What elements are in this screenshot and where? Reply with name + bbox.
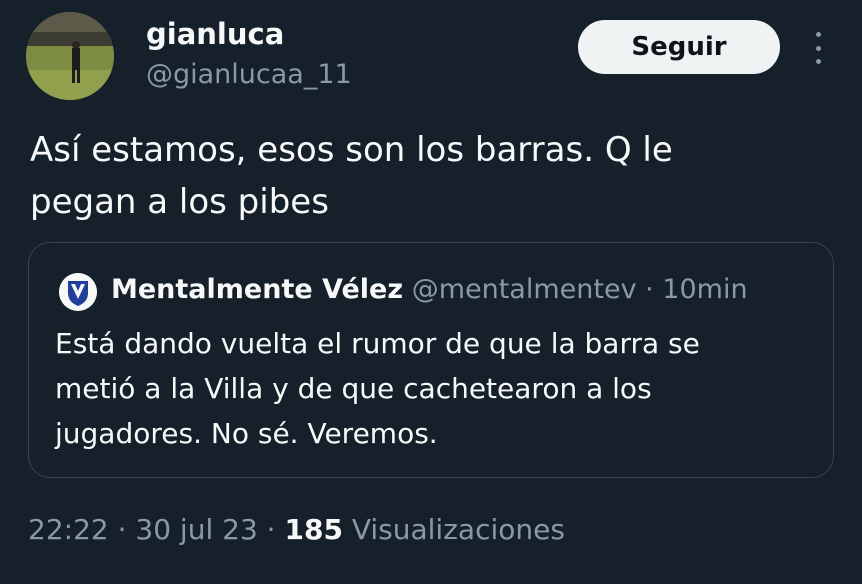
quoted-text-line: Está dando vuelta el rumor de que la bar… [55, 327, 700, 360]
tweet-timestamp-time[interactable]: 22:22 [28, 513, 109, 546]
separator-dot: · [636, 274, 663, 305]
separator-dot: · [108, 513, 136, 546]
quoted-tweet-header: Mentalmente Vélez @mentalmentev · 10min [111, 271, 748, 309]
more-vertical-icon[interactable] [806, 28, 830, 68]
tweet-footer: 22:22 · 30 jul 23 · 185 Visualizaciones [28, 510, 565, 550]
quoted-text-line: jugadores. No sé. Veremos. [55, 417, 438, 450]
quoted-text-line: metió a la Villa y de que cachetearon a … [55, 372, 652, 405]
quoted-author-name[interactable]: Mentalmente Vélez [111, 274, 403, 305]
tweet: gianluca @gianlucaa_11 Seguir Así estamo… [0, 0, 862, 584]
dot [815, 32, 821, 37]
tweet-text: Así estamos, esos son los barras. Q le pe… [30, 124, 830, 228]
quoted-author-handle[interactable]: @mentalmentev [412, 274, 637, 305]
author-handle[interactable]: @gianlucaa_11 [146, 58, 352, 92]
separator-dot: · [257, 513, 285, 546]
quoted-tweet-card[interactable]: Mentalmente Vélez @mentalmentev · 10min … [28, 242, 834, 478]
author-name[interactable]: gianluca [146, 16, 284, 52]
tweet-timestamp-date[interactable]: 30 jul 23 [135, 513, 257, 546]
avatar-photo-icon [26, 12, 114, 100]
author-avatar[interactable] [26, 12, 114, 100]
quoted-author-avatar[interactable] [59, 273, 97, 311]
quoted-tweet-text: Está dando vuelta el rumor de que la bar… [55, 321, 815, 456]
velez-shield-icon [59, 273, 97, 311]
follow-button[interactable]: Seguir [578, 20, 780, 74]
tweet-text-line: Así estamos, esos son los barras. Q le [30, 130, 673, 170]
views-label[interactable]: Visualizaciones [352, 513, 565, 546]
tweet-text-line: pegan a los pibes [30, 182, 329, 222]
views-count[interactable]: 185 [284, 513, 342, 546]
dot [815, 45, 821, 51]
dot [815, 59, 821, 64]
quoted-tweet-time[interactable]: 10min [662, 274, 747, 305]
